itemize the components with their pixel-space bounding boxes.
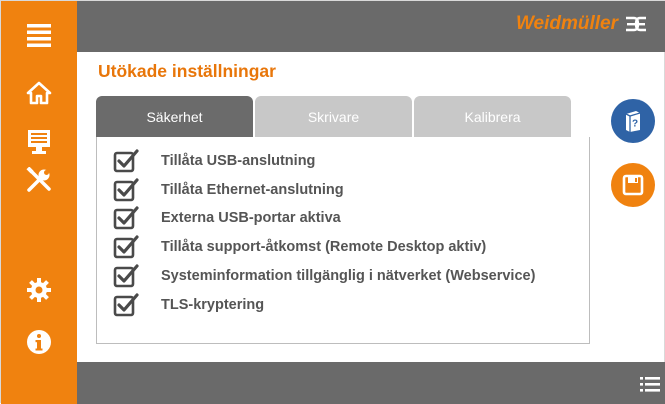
info-button[interactable] [15, 318, 63, 366]
tab-label: Kalibrera [464, 108, 521, 125]
home-button[interactable] [15, 69, 63, 117]
tab-label: Skrivare [307, 108, 360, 125]
menu-icon [27, 24, 51, 47]
setting-row[interactable]: Systeminformation tillgänglig i nätverke… [113, 262, 535, 290]
checkbox-checked-icon[interactable] [113, 205, 139, 231]
settings-panel: Tillåta USB-anslutning Tillåta Ethernet-… [96, 137, 590, 344]
setting-row[interactable]: Tillåta support-åtkomst (Remote Desktop … [113, 233, 486, 261]
setting-label: Systeminformation tillgänglig i nätverke… [161, 268, 536, 284]
bottom-bar [77, 362, 665, 404]
tab-skrivare[interactable]: Skrivare [255, 96, 412, 137]
checkbox-checked-icon[interactable] [113, 177, 139, 203]
checkbox-checked-icon[interactable] [113, 292, 139, 318]
setting-row[interactable]: Tillåta Ethernet-anslutning [113, 176, 344, 204]
setting-label: Tillåta Ethernet-anslutning [161, 182, 344, 198]
app-screen: Weidmüller Utökade inställningar Säkerhe… [0, 0, 665, 404]
setting-label: Tillåta support-åtkomst (Remote Desktop … [161, 239, 487, 255]
brand-mark-icon [626, 16, 646, 32]
tab-sakerhet[interactable]: Säkerhet [96, 96, 253, 137]
tab-label: Säkerhet [146, 108, 203, 125]
help-book-icon: ? [625, 111, 641, 132]
home-icon [26, 81, 52, 105]
setting-label: Tillåta USB-anslutning [161, 153, 316, 169]
sidebar [1, 1, 77, 404]
tools-icon [26, 167, 51, 192]
list-settings-icon[interactable] [640, 376, 660, 394]
tools-button[interactable] [15, 156, 63, 204]
checkbox-checked-icon[interactable] [113, 148, 139, 174]
gear-icon [27, 278, 51, 302]
checkbox-checked-icon[interactable] [113, 234, 139, 260]
page-title: Utökade inställningar [98, 61, 276, 81]
setting-row[interactable]: Tillåta USB-anslutning [113, 147, 315, 175]
svg-text:?: ? [632, 119, 638, 130]
setting-row[interactable]: Externa USB-portar aktiva [113, 204, 341, 232]
checkbox-checked-icon[interactable] [113, 263, 139, 289]
help-button[interactable]: ? [611, 99, 655, 143]
save-icon [622, 174, 644, 196]
setting-label: TLS-kryptering [161, 297, 265, 313]
tab-kalibrera[interactable]: Kalibrera [414, 96, 571, 137]
brand-logo: Weidmüller [516, 13, 648, 35]
save-button[interactable] [611, 163, 655, 207]
brand-name: Weidmüller [515, 13, 618, 34]
settings-button[interactable] [15, 266, 63, 314]
monitor-icon [28, 130, 50, 154]
setting-label: Externa USB-portar aktiva [161, 210, 341, 226]
setting-row[interactable]: TLS-kryptering [113, 291, 264, 319]
menu-button[interactable] [15, 11, 63, 59]
top-bar: Weidmüller [77, 1, 665, 52]
info-icon [27, 330, 51, 354]
